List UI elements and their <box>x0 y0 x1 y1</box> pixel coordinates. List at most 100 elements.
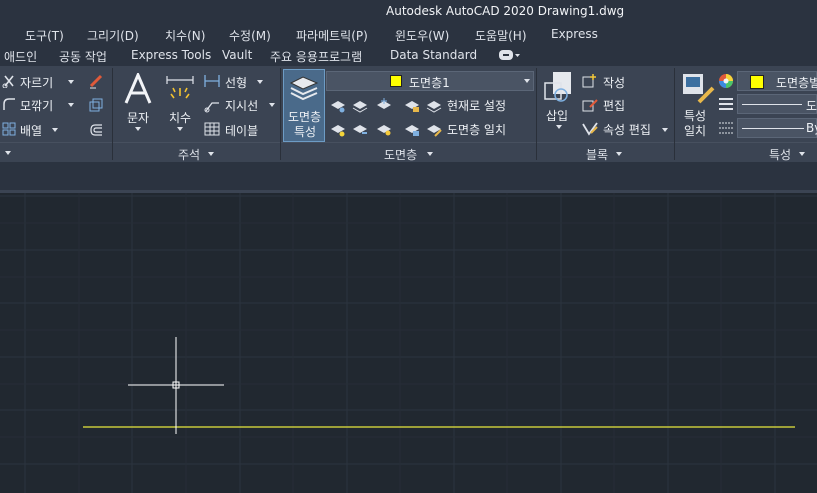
color-swatch <box>750 75 764 89</box>
menu-tools[interactable]: 도구(T) <box>25 27 64 44</box>
drawing-canvas[interactable] <box>0 190 817 493</box>
menu-window[interactable]: 윈도우(W) <box>395 27 449 44</box>
trim-button[interactable]: 자르기 <box>20 74 53 91</box>
panel-separator <box>280 68 281 160</box>
menu-express[interactable]: Express <box>551 27 598 41</box>
match-properties-label-2[interactable]: 일치 <box>684 122 706 139</box>
match-layer-button[interactable]: 도면층 일치 <box>447 121 506 138</box>
dimension-icon[interactable] <box>165 74 195 104</box>
edit-attributes-button[interactable]: 속성 편집 <box>603 121 651 138</box>
array-icon[interactable] <box>2 122 16 136</box>
layer-thaw-icon[interactable] <box>376 121 392 137</box>
color-dropdown[interactable]: 도면층별 <box>737 71 817 91</box>
fillet-icon[interactable] <box>2 97 16 111</box>
leader-icon[interactable] <box>204 97 220 113</box>
modify-panel-expand-icon[interactable] <box>5 151 11 155</box>
text-dropdown-icon[interactable] <box>135 127 141 131</box>
create-block-button[interactable]: 작성 <box>603 74 625 91</box>
scale-icon[interactable] <box>88 97 104 113</box>
menu-help[interactable]: 도움말(H) <box>475 27 527 44</box>
annotation-panel-expand-icon[interactable] <box>208 152 214 156</box>
tab-express-tools[interactable]: Express Tools <box>131 48 211 62</box>
dimension-button[interactable]: 치수 <box>169 109 191 126</box>
menu-draw[interactable]: 그리기(D) <box>87 27 139 44</box>
layer-dropdown-arrow-icon <box>524 79 530 83</box>
match-layer-icon[interactable] <box>426 121 442 137</box>
text-icon[interactable] <box>123 73 153 105</box>
insert-dropdown-icon[interactable] <box>556 125 562 129</box>
crosshair-cursor-icon <box>128 337 224 434</box>
layer-dropdown[interactable]: 도면층1 <box>326 71 534 91</box>
linear-dimension-icon[interactable] <box>204 74 220 88</box>
annotation-panel-title[interactable]: 주석 <box>178 146 200 163</box>
linetype-value: 도 <box>806 99 817 113</box>
layers-panel-title[interactable]: 도면층 <box>384 146 417 163</box>
color-value: 도면층별 <box>776 76 817 90</box>
linear-button[interactable]: 선형 <box>225 74 247 91</box>
layer-properties-button[interactable]: 도면층 특성 <box>283 69 325 142</box>
canvas-grid <box>0 193 817 493</box>
ribbon-options-icon[interactable] <box>499 49 521 61</box>
table-icon[interactable] <box>204 122 220 136</box>
array-dropdown-icon[interactable] <box>52 128 58 132</box>
text-button[interactable]: 문자 <box>127 109 149 126</box>
properties-panel-expand-icon[interactable] <box>799 152 805 156</box>
trim-dropdown-icon[interactable] <box>68 80 74 84</box>
dimension-dropdown-icon[interactable] <box>177 127 183 131</box>
linetype-icon[interactable] <box>718 97 734 111</box>
lineweight-icon[interactable] <box>718 121 734 135</box>
leader-dropdown-icon[interactable] <box>269 103 275 107</box>
color-wheel-icon[interactable] <box>718 73 734 89</box>
edit-block-button[interactable]: 편집 <box>603 97 625 114</box>
layer-on-icon[interactable] <box>330 121 346 137</box>
edit-attributes-icon[interactable] <box>582 121 598 137</box>
fillet-dropdown-icon[interactable] <box>68 103 74 107</box>
panel-separator <box>112 68 113 160</box>
insert-button[interactable]: 삽입 <box>546 107 568 124</box>
block-panel-title[interactable]: 블록 <box>586 146 608 163</box>
tab-vault[interactable]: Vault <box>222 48 252 62</box>
fillet-button[interactable]: 모깎기 <box>20 97 53 114</box>
menu-parametric[interactable]: 파라메트릭(P) <box>296 27 368 44</box>
layer-color-swatch <box>390 75 402 87</box>
insert-block-icon[interactable] <box>543 71 575 105</box>
array-button[interactable]: 배열 <box>20 122 42 139</box>
edit-block-icon[interactable] <box>582 97 598 113</box>
linetype-dropdown[interactable]: 도 <box>737 94 817 114</box>
linear-dropdown-icon[interactable] <box>257 80 263 84</box>
tab-addins[interactable]: 애드인 <box>4 48 37 65</box>
match-properties-icon[interactable] <box>681 72 715 106</box>
menu-modify[interactable]: 수정(M) <box>229 27 271 44</box>
layer-lock-icon[interactable] <box>404 97 420 113</box>
layer-freeze-icon[interactable] <box>376 97 392 113</box>
lineweight-preview <box>742 128 804 129</box>
panel-separator <box>536 68 537 160</box>
layers-panel-expand-icon[interactable] <box>427 152 433 156</box>
set-current-layer-icon[interactable] <box>426 97 442 113</box>
trim-icon[interactable] <box>2 74 16 88</box>
lineweight-dropdown[interactable]: By <box>737 118 817 138</box>
tab-data-standard[interactable]: Data Standard <box>390 48 477 62</box>
title-bar: Autodesk AutoCAD 2020 Drawing1.dwg <box>0 0 817 24</box>
current-layer-name: 도면층1 <box>409 76 450 90</box>
layer-properties-label-2: 특성 <box>294 125 317 139</box>
create-block-icon[interactable] <box>582 73 598 89</box>
leader-button[interactable]: 지시선 <box>225 97 258 114</box>
layer-off-icon[interactable] <box>330 97 346 113</box>
tab-collaborate[interactable]: 공동 작업 <box>59 48 107 65</box>
properties-panel-title[interactable]: 특성 <box>769 146 791 163</box>
layer-isolate-icon[interactable] <box>352 97 368 113</box>
menu-dimension[interactable]: 치수(N) <box>165 27 205 44</box>
layer-unisolate-icon[interactable] <box>352 121 368 137</box>
tab-featured-apps[interactable]: 주요 응용프로그램 <box>270 48 362 65</box>
layer-unlock-icon[interactable] <box>404 121 420 137</box>
block-panel-expand-icon[interactable] <box>616 152 622 156</box>
lineweight-value: By <box>806 121 817 135</box>
offset-icon[interactable] <box>88 122 104 138</box>
set-current-layer-button[interactable]: 현재로 설정 <box>447 97 506 114</box>
file-tab-bar <box>0 162 817 190</box>
erase-icon[interactable] <box>88 73 104 89</box>
edit-attributes-dropdown-icon[interactable] <box>662 128 668 132</box>
panel-separator <box>674 68 675 160</box>
table-button[interactable]: 테이블 <box>225 122 258 139</box>
